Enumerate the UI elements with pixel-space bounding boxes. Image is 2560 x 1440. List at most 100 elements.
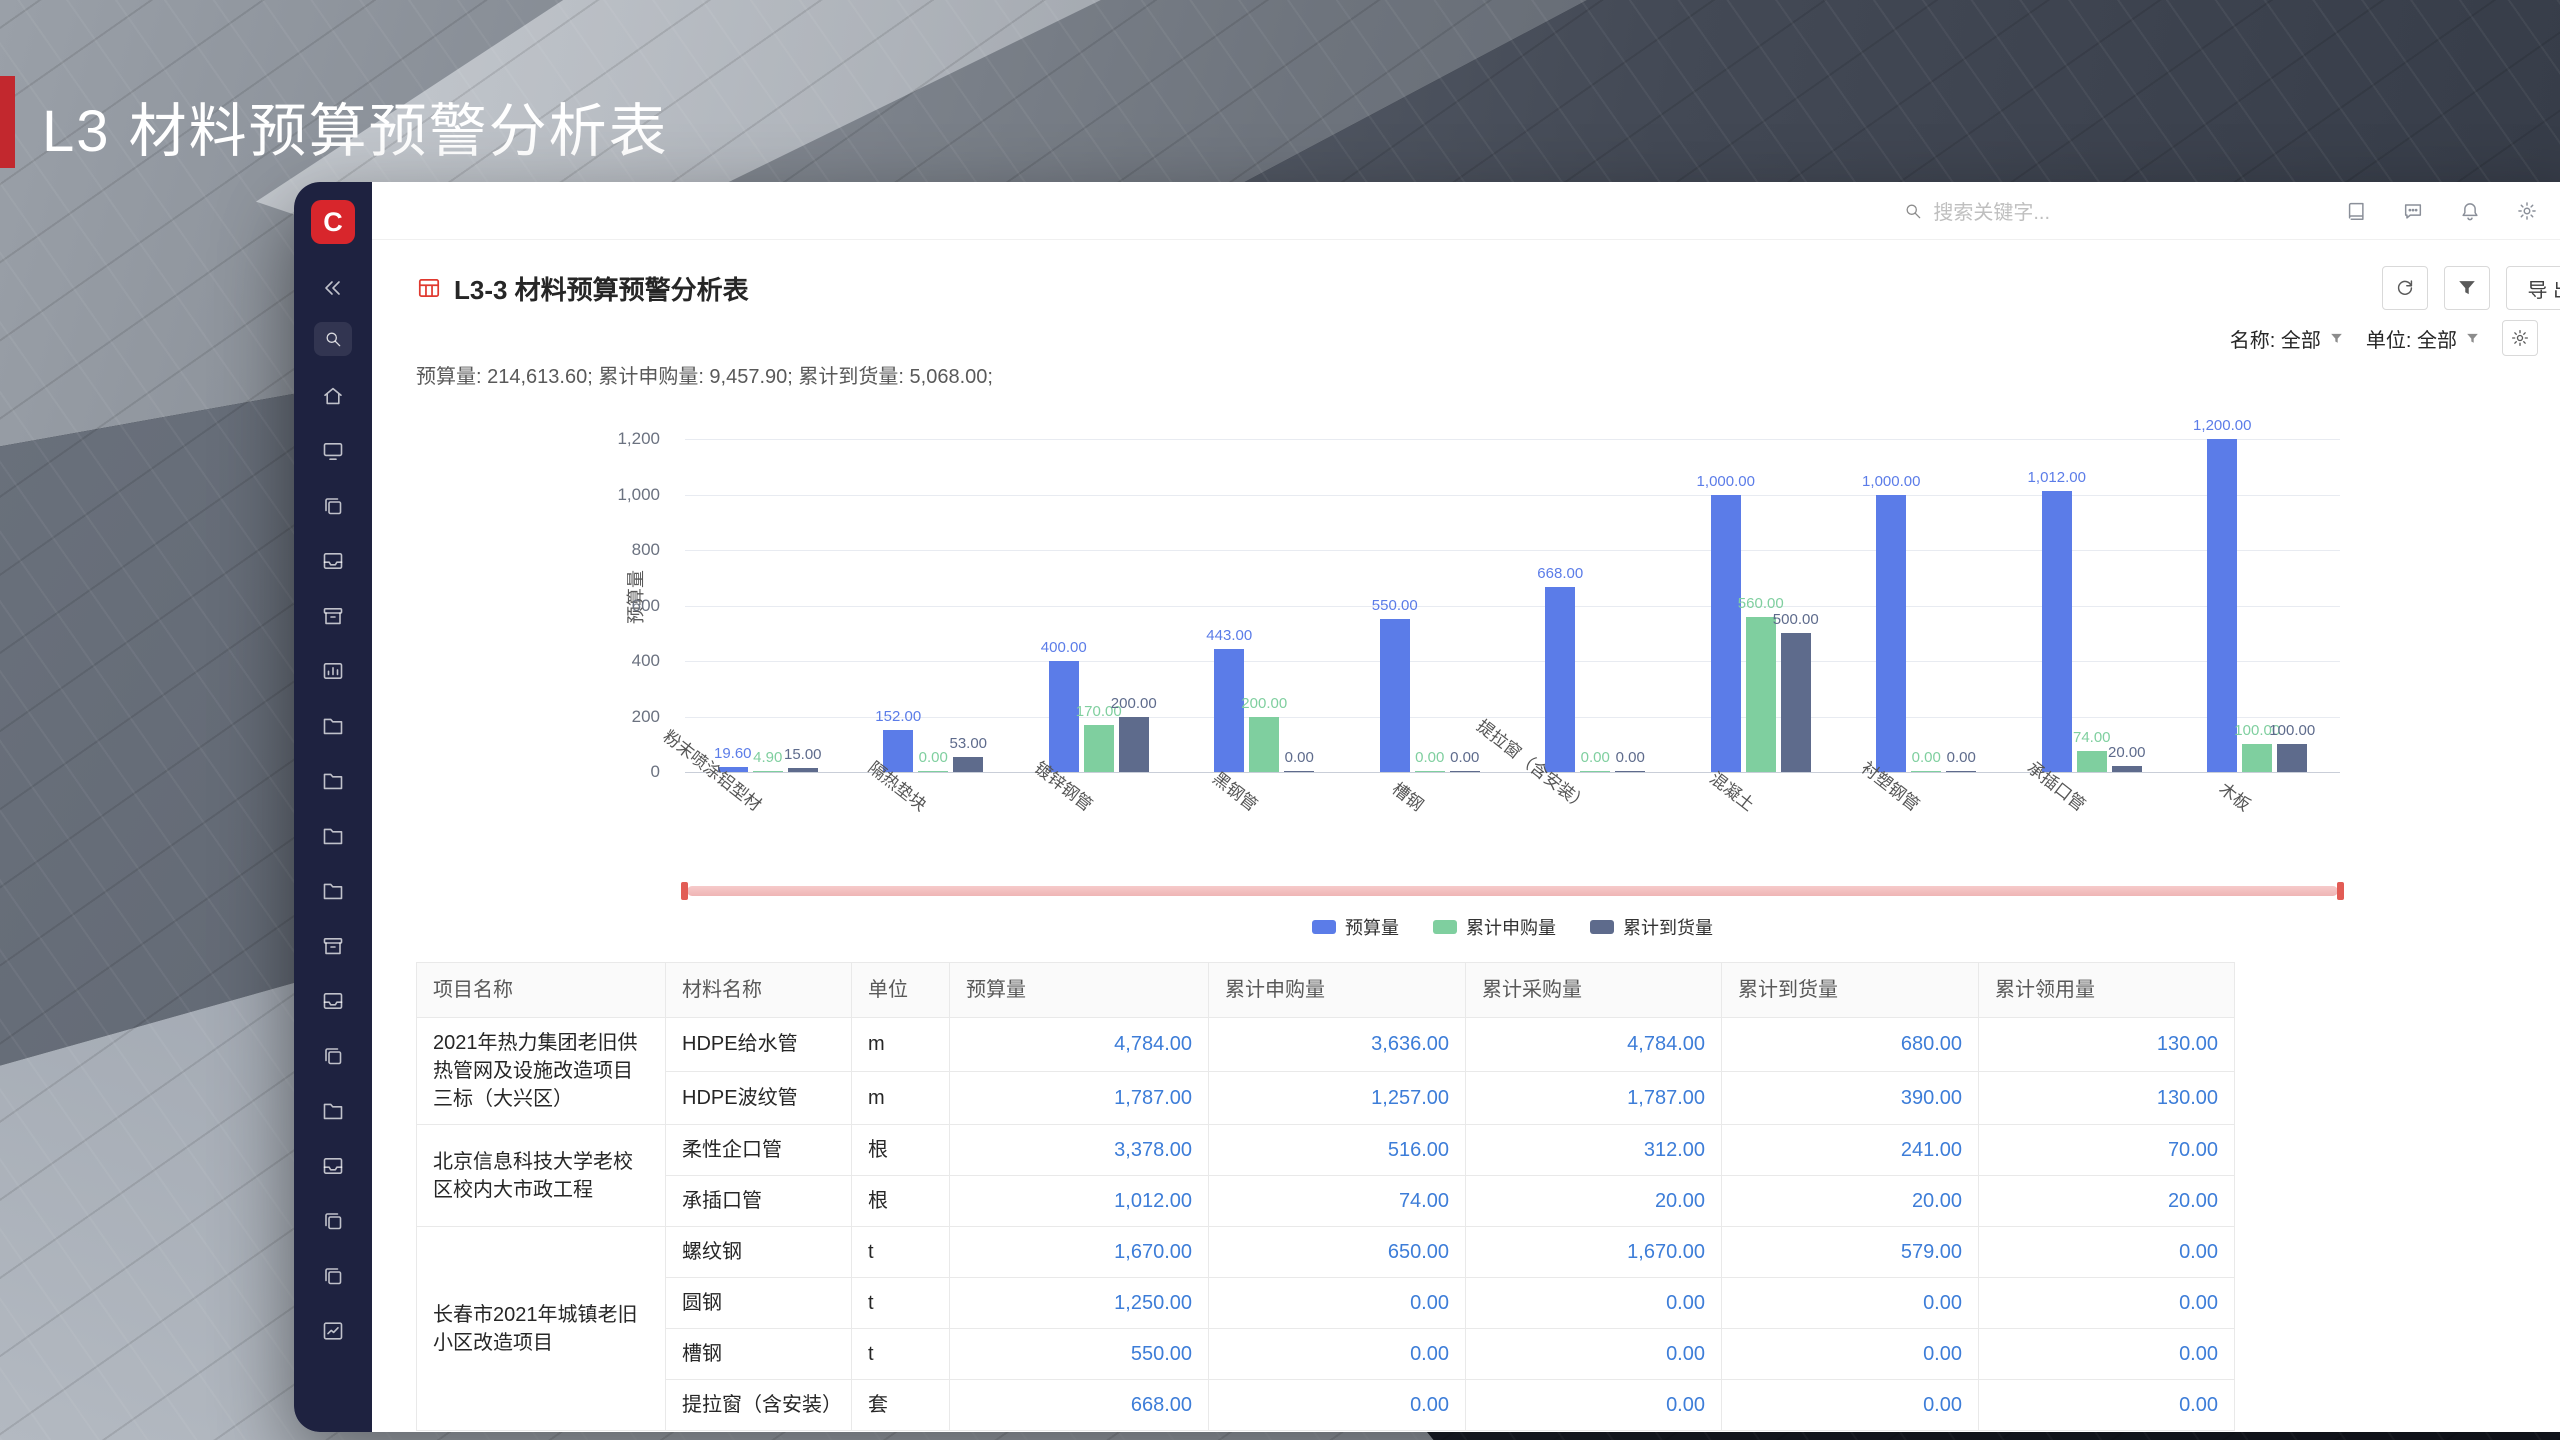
numeric-cell[interactable]: 516.00 <box>1208 1124 1466 1176</box>
numeric-cell[interactable]: 70.00 <box>1978 1124 2235 1176</box>
bar-累计到货量[interactable]: 100.00 <box>2269 722 2315 772</box>
message-icon[interactable] <box>2402 200 2424 222</box>
bar-累计到货量[interactable]: 0.00 <box>1946 749 1977 772</box>
refresh-button[interactable] <box>2382 266 2429 310</box>
table-row[interactable]: 2021年热力集团老旧供热管网及设施改造项目三标（大兴区） HDPE给水管 m 4,7… <box>416 1017 2235 1125</box>
table-row[interactable]: 圆钢 t 1,250.00 0.00 0.00 0.00 0.00 <box>417 1277 2235 1329</box>
sidebar-item-archive[interactable] <box>321 934 345 958</box>
numeric-cell[interactable]: 74.00 <box>1208 1175 1466 1227</box>
numeric-cell[interactable]: 4,784.00 <box>949 1017 1209 1072</box>
bar-group[interactable]: 668.00 0.00 0.00 <box>1513 439 1679 772</box>
legend-item[interactable]: 累计到货量 <box>1590 914 1713 940</box>
numeric-cell[interactable]: 0.00 <box>1465 1328 1722 1380</box>
table-row[interactable]: 北京信息科技大学老校区校内大市政工程 柔性企口管根 3,378.00 516.00 31… <box>416 1124 2235 1227</box>
numeric-cell[interactable]: 668.00 <box>949 1379 1209 1431</box>
numeric-cell[interactable]: 550.00 <box>949 1328 1209 1380</box>
numeric-cell[interactable]: 0.00 <box>1721 1328 1979 1380</box>
numeric-cell[interactable]: 650.00 <box>1208 1226 1466 1278</box>
numeric-cell[interactable]: 0.00 <box>1721 1277 1979 1329</box>
numeric-cell[interactable]: 0.00 <box>1978 1328 2235 1380</box>
sidebar-item-archive[interactable] <box>321 604 345 628</box>
table-row[interactable]: 提拉窗（含安装）套 668.00 0.00 0.00 0.00 0.00 <box>417 1379 2235 1431</box>
sidebar-item-copy[interactable] <box>321 1044 345 1068</box>
bar-group[interactable]: 443.00 200.00 0.00 <box>1182 439 1348 772</box>
table-row[interactable]: 长春市2021年城镇老旧小区改造项目 螺纹钢 t 1,670.00 650.00 1,67… <box>416 1226 2235 1431</box>
bar-预算量[interactable]: 1,012.00 <box>2028 469 2086 772</box>
column-header[interactable]: 单位 <box>851 962 950 1018</box>
name-filter-dropdown[interactable]: 名称: 全部 <box>2230 324 2344 353</box>
sidebar-item-finance-card[interactable] <box>321 659 345 683</box>
numeric-cell[interactable]: 1,670.00 <box>1465 1226 1722 1278</box>
numeric-cell[interactable]: 241.00 <box>1721 1124 1979 1176</box>
bar-group[interactable]: 1,012.00 74.00 20.00 <box>2009 439 2175 772</box>
numeric-cell[interactable]: 0.00 <box>1978 1379 2235 1431</box>
bar-累计申购量[interactable]: 0.00 <box>1414 749 1445 772</box>
column-header[interactable]: 累计到货量 <box>1721 962 1979 1018</box>
bar-累计申购量[interactable]: 4.90 <box>752 749 783 772</box>
bar-group[interactable]: 19.60 4.90 15.00 <box>685 439 851 772</box>
sidebar-item-folder[interactable] <box>321 769 345 793</box>
bar-累计到货量[interactable]: 15.00 <box>784 746 822 772</box>
numeric-cell[interactable]: 3,378.00 <box>949 1124 1209 1176</box>
sidebar-item-screen[interactable] <box>321 439 345 463</box>
sidebar-item-inbox[interactable] <box>321 549 345 573</box>
gear-icon[interactable] <box>2516 200 2538 222</box>
table-row[interactable]: 承插口管根 1,012.00 74.00 20.00 20.00 20.00 <box>417 1175 2235 1227</box>
numeric-cell[interactable]: 3,636.00 <box>1208 1017 1466 1072</box>
sidebar-item-copy[interactable] <box>321 1209 345 1233</box>
unit-filter-dropdown[interactable]: 单位: 全部 <box>2366 324 2480 353</box>
bar-预算量[interactable]: 1,000.00 <box>1862 473 1920 772</box>
numeric-cell[interactable]: 1,670.00 <box>949 1226 1209 1278</box>
chart-datazoom-slider[interactable] <box>681 882 2344 900</box>
sidebar-item-folder[interactable] <box>321 879 345 903</box>
numeric-cell[interactable]: 579.00 <box>1721 1226 1979 1278</box>
filter-button[interactable] <box>2444 266 2491 310</box>
sidebar-item-inbox[interactable] <box>321 1154 345 1178</box>
sidebar-item-folder[interactable] <box>321 1099 345 1123</box>
column-header[interactable]: 累计采购量 <box>1465 962 1722 1018</box>
column-settings-button[interactable] <box>2502 320 2538 356</box>
bar-预算量[interactable]: 1,200.00 <box>2193 417 2251 772</box>
bar-group[interactable]: 1,200.00 100.00 100.00 <box>2175 417 2341 772</box>
bar-累计到货量[interactable]: 0.00 <box>1284 749 1315 772</box>
numeric-cell[interactable]: 1,250.00 <box>949 1277 1209 1329</box>
sidebar-search-button[interactable] <box>314 322 352 356</box>
numeric-cell[interactable]: 20.00 <box>1978 1175 2235 1227</box>
bar-累计到货量[interactable]: 200.00 <box>1111 695 1157 772</box>
bar-累计到货量[interactable]: 500.00 <box>1773 611 1819 772</box>
bar-预算量[interactable]: 550.00 <box>1372 597 1418 772</box>
bell-icon[interactable] <box>2459 200 2481 222</box>
bar-累计申购量[interactable]: 0.00 <box>1911 749 1942 772</box>
column-header[interactable]: 项目名称 <box>416 962 666 1018</box>
numeric-cell[interactable]: 0.00 <box>1208 1277 1466 1329</box>
bar-累计申购量[interactable]: 0.00 <box>1580 749 1611 772</box>
bar-group[interactable]: 1,000.00 0.00 0.00 <box>1844 439 2010 772</box>
bar-预算量[interactable]: 668.00 <box>1537 565 1583 772</box>
numeric-cell[interactable]: 0.00 <box>1465 1379 1722 1431</box>
bar-累计申购量[interactable]: 0.00 <box>918 749 949 772</box>
datazoom-handle-left[interactable] <box>681 882 688 900</box>
table-row[interactable]: HDPE波纹管 m 1,787.00 1,257.00 1,787.00 390.00 13… <box>417 1070 2235 1125</box>
bar-累计申购量[interactable]: 200.00 <box>1241 695 1287 772</box>
sidebar-collapse-icon[interactable] <box>321 276 345 300</box>
legend-item[interactable]: 预算量 <box>1312 914 1399 940</box>
sidebar-item-folder[interactable] <box>321 824 345 848</box>
bar-累计到货量[interactable]: 53.00 <box>949 735 987 772</box>
numeric-cell[interactable]: 390.00 <box>1721 1070 1979 1125</box>
numeric-cell[interactable]: 1,012.00 <box>949 1175 1209 1227</box>
numeric-cell[interactable]: 1,787.00 <box>949 1070 1209 1125</box>
bar-预算量[interactable]: 400.00 <box>1041 639 1087 772</box>
bar-累计申购量[interactable]: 560.00 <box>1738 595 1784 772</box>
numeric-cell[interactable]: 0.00 <box>1208 1328 1466 1380</box>
sidebar-item-chart[interactable] <box>321 1319 345 1343</box>
column-header[interactable]: 预算量 <box>949 962 1209 1018</box>
bar-累计申购量[interactable]: 170.00 <box>1076 703 1122 772</box>
sidebar-item-copy[interactable] <box>321 494 345 518</box>
bar-group[interactable]: 152.00 0.00 53.00 <box>851 439 1017 772</box>
bar-累计到货量[interactable]: 20.00 <box>2108 744 2146 772</box>
sidebar-item-home[interactable] <box>321 384 345 408</box>
column-header[interactable]: 累计领用量 <box>1978 962 2235 1018</box>
datazoom-track[interactable] <box>687 886 2338 896</box>
numeric-cell[interactable]: 130.00 <box>1978 1017 2235 1072</box>
column-header[interactable]: 材料名称 <box>665 962 852 1018</box>
